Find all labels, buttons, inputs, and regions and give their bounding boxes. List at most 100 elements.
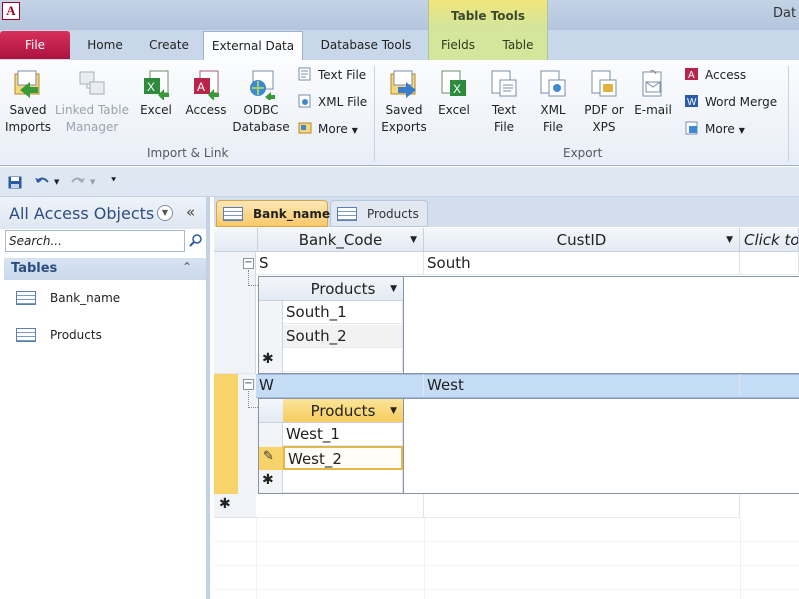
saved-imports-button[interactable]: Saved Imports: [2, 68, 54, 136]
access-export-button[interactable]: A Access: [684, 65, 746, 85]
text-file-import-button[interactable]: Text File: [297, 65, 366, 85]
sort-filter-dropdown-icon[interactable]: ▼: [390, 277, 397, 301]
sort-filter-dropdown-icon[interactable]: ▼: [410, 228, 417, 252]
xml-file-export-label: XML File: [540, 103, 566, 134]
access-app-icon[interactable]: A: [2, 2, 20, 20]
linked-table-manager-button[interactable]: Linked Table Manager: [54, 68, 130, 136]
nav-pane-title[interactable]: All Access Objects: [9, 204, 154, 223]
svg-text:X: X: [453, 82, 461, 96]
excel-import-button[interactable]: X Excel: [134, 68, 178, 119]
odbc-database-icon: [245, 68, 277, 102]
tab-table[interactable]: Table: [492, 31, 544, 59]
cell-custid[interactable]: South: [424, 252, 740, 275]
svg-text:X: X: [147, 80, 155, 94]
collapse-subdatasheet-icon[interactable]: −: [243, 258, 254, 269]
sub-cell-product[interactable]: South_1: [283, 301, 403, 324]
tab-create[interactable]: Create: [140, 31, 198, 59]
doc-tab-bank-name[interactable]: Bank_name: [216, 200, 331, 227]
doc-tab-label: Bank_name: [253, 207, 331, 221]
sub-column-label: Products: [310, 402, 376, 420]
cell-bank-code[interactable]: S: [256, 252, 424, 275]
sub-column-label: Products: [310, 280, 376, 298]
sub-column-header-products[interactable]: Products ▼: [283, 399, 403, 423]
word-merge-button[interactable]: W Word Merge: [684, 92, 777, 112]
undo-dropdown-icon[interactable]: ▼: [54, 178, 59, 186]
nav-item-products[interactable]: Products: [4, 321, 206, 349]
sub-select-all[interactable]: [259, 399, 283, 423]
column-header-custid[interactable]: CustID ▼: [424, 228, 740, 252]
odbc-database-label: ODBC Database: [232, 103, 290, 134]
tab-external-data[interactable]: External Data: [203, 31, 303, 61]
more-export-button[interactable]: More ▼: [684, 119, 745, 139]
nav-search-input[interactable]: Search...: [5, 230, 185, 252]
new-record-cell[interactable]: [424, 494, 740, 518]
collapse-pane-icon[interactable]: «: [186, 203, 195, 221]
word-merge-label: Word Merge: [705, 95, 778, 109]
new-record-marker: ✱: [262, 351, 274, 367]
sub-select-all[interactable]: [259, 277, 283, 301]
table-icon: [337, 207, 357, 221]
nav-menu-dropdown-icon[interactable]: ▼: [157, 205, 173, 221]
search-icon[interactable]: [188, 233, 203, 248]
sub-border: [403, 399, 404, 493]
record-selector[interactable]: [214, 252, 256, 374]
collapse-subdatasheet-icon[interactable]: −: [243, 379, 254, 390]
record-selector-active[interactable]: [214, 374, 238, 494]
cell-custid[interactable]: West: [424, 374, 740, 397]
access-import-label: Access: [185, 103, 227, 117]
tab-home[interactable]: Home: [78, 31, 132, 59]
more-import-button[interactable]: More ▼: [297, 119, 358, 139]
xml-file-import-button[interactable]: XML File: [297, 92, 367, 112]
nav-item-label: Products: [50, 328, 102, 342]
tree-line: [248, 391, 249, 408]
tables-group-header[interactable]: Tables: [4, 258, 206, 280]
select-all-corner[interactable]: [214, 228, 258, 252]
sub-cell-product-active[interactable]: West_2: [283, 446, 403, 470]
excel-export-icon: X: [438, 68, 470, 100]
collapse-group-icon[interactable]: ⌃: [182, 260, 192, 274]
import-link-group-label: Import & Link: [147, 146, 229, 160]
text-file-export-button[interactable]: Text File: [482, 68, 526, 136]
redo-icon[interactable]: [70, 175, 86, 189]
table-icon: [223, 207, 243, 221]
odbc-database-button[interactable]: ODBC Database: [232, 68, 290, 136]
access-import-icon: A: [190, 68, 222, 101]
column-header-bank-code[interactable]: Bank_Code ▼: [258, 228, 424, 252]
click-to-add-column-header[interactable]: Click to: [740, 228, 799, 252]
undo-icon[interactable]: [34, 175, 50, 189]
grid-line: [214, 589, 799, 590]
title-bar: [0, 0, 799, 30]
tab-database-tools[interactable]: Database Tools: [312, 31, 420, 59]
sub-column-header-products[interactable]: Products ▼: [283, 277, 403, 301]
cell-empty[interactable]: [740, 252, 799, 275]
sort-filter-dropdown-icon[interactable]: ▼: [390, 399, 397, 423]
excel-export-button[interactable]: X Excel: [434, 68, 474, 119]
access-export-label: Access: [705, 68, 747, 82]
redo-dropdown-icon[interactable]: ▼: [90, 178, 95, 186]
customize-toolbar-icon[interactable]: ⯆: [110, 176, 117, 186]
tab-file[interactable]: File: [0, 31, 70, 59]
excel-export-label: Excel: [438, 103, 470, 117]
access-import-button[interactable]: A Access: [182, 68, 230, 119]
sub-cell-product[interactable]: South_2: [283, 325, 403, 348]
save-icon[interactable]: [8, 176, 22, 189]
export-group-label: Export: [563, 146, 603, 160]
svg-text:A: A: [197, 80, 205, 94]
sub-cell-product[interactable]: West_1: [283, 423, 403, 446]
sub-new-record-cell[interactable]: [283, 349, 403, 372]
doc-tab-products[interactable]: Products: [330, 200, 428, 227]
xml-file-icon: [297, 94, 313, 108]
tab-fields[interactable]: Fields: [432, 31, 484, 59]
cell-bank-code[interactable]: W: [256, 374, 424, 397]
sort-filter-dropdown-icon[interactable]: ▼: [726, 228, 733, 252]
email-export-button[interactable]: E-mail: [632, 68, 674, 119]
sub-new-record-cell[interactable]: [283, 470, 403, 493]
pdf-xps-export-button[interactable]: PDF or XPS: [580, 68, 628, 136]
new-record-cell[interactable]: [256, 494, 424, 518]
word-merge-icon: W: [684, 94, 700, 108]
xml-file-export-button[interactable]: XML File: [532, 68, 574, 136]
nav-item-bank-name[interactable]: Bank_name: [4, 284, 206, 312]
more-import-label: More: [318, 122, 348, 136]
saved-exports-button[interactable]: Saved Exports: [378, 68, 430, 136]
saved-exports-icon: [388, 68, 420, 100]
